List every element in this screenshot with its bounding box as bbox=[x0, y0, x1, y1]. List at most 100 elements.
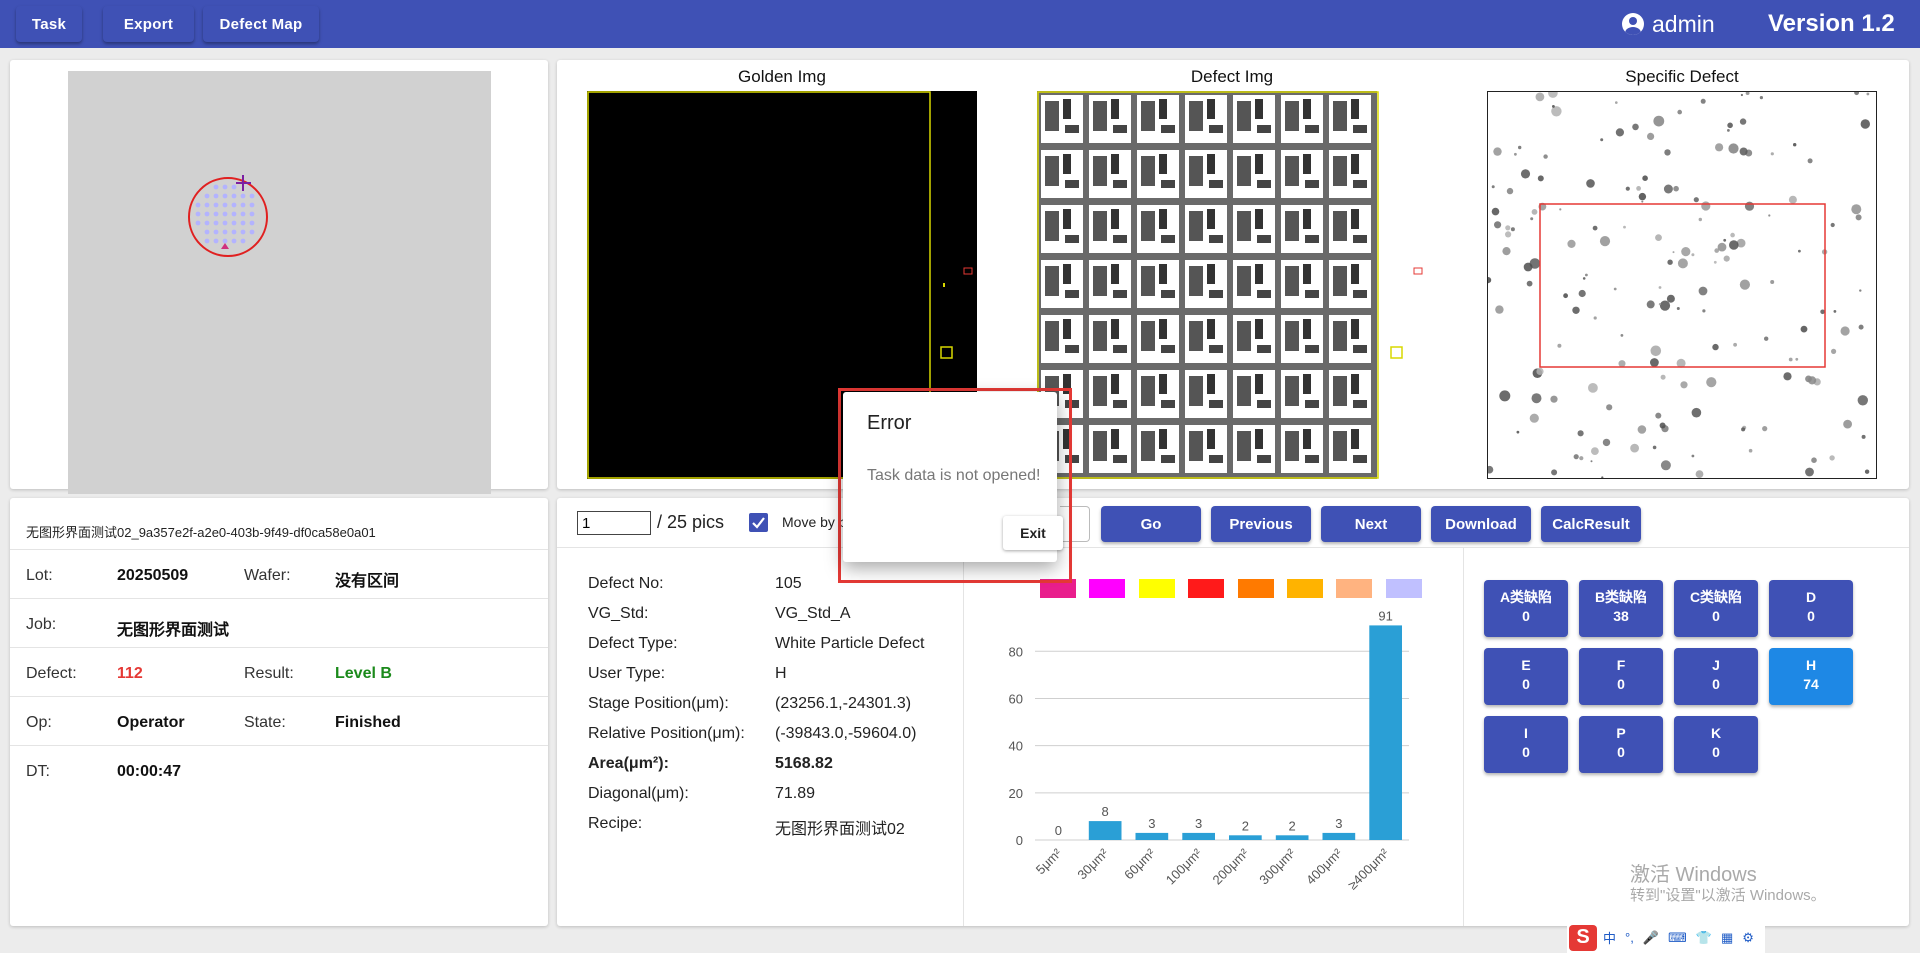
defect-class-button[interactable]: I0 bbox=[1484, 716, 1568, 773]
pattern-feature bbox=[1141, 376, 1155, 406]
download-button[interactable]: Download bbox=[1431, 506, 1531, 542]
histogram-bar[interactable] bbox=[1275, 835, 1309, 840]
ime-punctuation-icon[interactable]: °, bbox=[1625, 930, 1634, 945]
particle-spot bbox=[1543, 154, 1548, 159]
page-number-input[interactable] bbox=[577, 511, 651, 535]
particle-spot bbox=[1505, 231, 1512, 238]
wafer-die bbox=[231, 229, 237, 235]
particle-spot bbox=[1529, 413, 1539, 423]
histogram-bar[interactable] bbox=[1182, 832, 1215, 840]
pattern-feature bbox=[1045, 321, 1059, 351]
pattern-feature bbox=[1189, 266, 1203, 296]
wafer-map-canvas[interactable] bbox=[68, 71, 491, 494]
export-button[interactable]: Export bbox=[103, 6, 194, 42]
defect-map-button[interactable]: Defect Map bbox=[203, 6, 319, 42]
pattern-feature bbox=[1303, 99, 1311, 119]
pattern-feature bbox=[1351, 374, 1359, 394]
defect-class-button[interactable]: J0 bbox=[1674, 648, 1758, 705]
pattern-feature bbox=[1189, 211, 1203, 241]
legend-swatch[interactable] bbox=[1089, 579, 1126, 598]
ime-voice-icon[interactable]: 🎤 bbox=[1643, 930, 1659, 946]
histogram-bar[interactable] bbox=[1322, 832, 1356, 840]
particle-spot bbox=[1706, 377, 1717, 388]
defect-class-button[interactable]: A类缺陷 0 bbox=[1484, 580, 1568, 637]
detail-label-recipe: Recipe: bbox=[588, 815, 643, 832]
legend-swatch[interactable] bbox=[1336, 579, 1373, 598]
particle-spot bbox=[1601, 476, 1604, 478]
legend-swatch[interactable] bbox=[1138, 579, 1175, 598]
result-label: Result: bbox=[244, 665, 294, 682]
y-tick-label: 20 bbox=[1009, 786, 1023, 801]
pattern-feature bbox=[1141, 156, 1155, 186]
wafer-map-drawing bbox=[188, 175, 268, 257]
ime-chinese-mode[interactable]: 中 bbox=[1603, 928, 1616, 947]
particle-spot bbox=[1552, 105, 1555, 108]
histogram-bar[interactable] bbox=[1369, 625, 1402, 840]
defect-image[interactable] bbox=[1037, 91, 1427, 479]
particle-spot bbox=[1591, 447, 1599, 455]
particle-spot bbox=[1859, 289, 1862, 292]
task-button[interactable]: Task bbox=[16, 6, 82, 42]
pattern-feature bbox=[1333, 376, 1347, 406]
legend-swatch[interactable] bbox=[1188, 579, 1225, 598]
pattern-feature bbox=[1237, 376, 1251, 406]
sogou-logo-icon[interactable]: S bbox=[1569, 924, 1597, 951]
particle-spot bbox=[1698, 217, 1702, 222]
defect-class-button[interactable]: B类缺陷 38 bbox=[1579, 580, 1663, 637]
pattern-feature bbox=[1207, 99, 1215, 119]
ime-settings-icon[interactable]: ⚙ bbox=[1742, 930, 1754, 946]
pattern-feature bbox=[1303, 374, 1311, 394]
total-pics: / 25 pics bbox=[657, 512, 725, 532]
defect-class-button[interactable]: D0 bbox=[1769, 580, 1853, 637]
particle-spot bbox=[1506, 187, 1514, 195]
pattern-feature bbox=[1303, 319, 1311, 339]
user-menu[interactable]: admin bbox=[1622, 10, 1715, 38]
legend-swatch[interactable] bbox=[1385, 579, 1422, 598]
particle-spot bbox=[1793, 143, 1797, 147]
wafer-die bbox=[222, 184, 228, 190]
particle-spot bbox=[1493, 147, 1502, 156]
particle-spot bbox=[1606, 404, 1613, 411]
defect-class-button[interactable]: K0 bbox=[1674, 716, 1758, 773]
defect-class-button[interactable]: E0 bbox=[1484, 648, 1568, 705]
specific-defect-image[interactable] bbox=[1487, 91, 1877, 479]
particle-spot bbox=[1658, 286, 1662, 289]
pattern-feature bbox=[1353, 235, 1367, 243]
defect-class-button[interactable]: P0 bbox=[1579, 716, 1663, 773]
particle-spot bbox=[1866, 92, 1870, 96]
particle-spot bbox=[1660, 374, 1666, 380]
ime-skin-icon[interactable]: 👕 bbox=[1696, 930, 1712, 946]
particle-spot bbox=[1715, 143, 1724, 152]
histogram-bar[interactable] bbox=[1135, 832, 1169, 840]
pattern-feature bbox=[1113, 290, 1127, 298]
app-version: Version 1.2 bbox=[1768, 10, 1895, 37]
ime-keyboard-icon[interactable]: ⌨ bbox=[1668, 930, 1687, 946]
previous-button[interactable]: Previous bbox=[1211, 506, 1311, 542]
ime-toolbox-icon[interactable]: ▦ bbox=[1721, 930, 1733, 946]
defect-class-count: 0 bbox=[1712, 676, 1720, 692]
pattern-feature bbox=[1209, 400, 1223, 408]
particle-spot bbox=[1664, 149, 1671, 156]
defect-class-button[interactable]: H 74 bbox=[1769, 648, 1853, 705]
histogram-bar[interactable] bbox=[1229, 835, 1262, 840]
calcresult-button[interactable]: CalcResult bbox=[1541, 506, 1641, 542]
wafer-value: 没有区间 bbox=[335, 573, 400, 590]
pattern-feature bbox=[1333, 321, 1347, 351]
defect-count: 112 bbox=[117, 665, 143, 682]
legend-swatch[interactable] bbox=[1237, 579, 1274, 598]
defect-class-name: F bbox=[1616, 657, 1626, 673]
defect-class-button[interactable]: C类缺陷 0 bbox=[1674, 580, 1758, 637]
particle-spot bbox=[1647, 132, 1655, 140]
next-button[interactable]: Next bbox=[1321, 506, 1421, 542]
histogram-bar[interactable] bbox=[1088, 821, 1122, 840]
particle-spot bbox=[1701, 201, 1711, 211]
exit-button[interactable]: Exit bbox=[1003, 516, 1063, 550]
defect-image-drawing bbox=[1037, 91, 1423, 479]
legend-swatch[interactable] bbox=[1287, 579, 1323, 598]
go-button[interactable]: Go bbox=[1101, 506, 1201, 542]
detail-value-relative-position: (-39843.0,-59604.0) bbox=[775, 725, 917, 742]
detail-label-area: Area(μm²): bbox=[588, 755, 669, 772]
defect-class-button[interactable]: F0 bbox=[1579, 648, 1663, 705]
move-checkbox[interactable] bbox=[749, 513, 768, 532]
particle-spot bbox=[1693, 197, 1699, 203]
